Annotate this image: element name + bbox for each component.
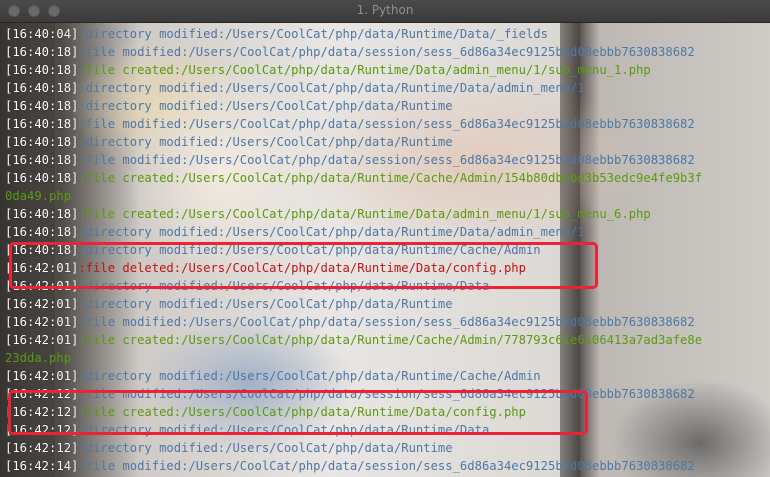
log-message: 0da49.php: [5, 189, 72, 203]
log-separator: :: [78, 315, 86, 329]
log-timestamp: [16:42:01]: [5, 297, 79, 311]
log-separator: :: [78, 297, 86, 311]
log-line: [16:40:18]:directory modified:/Users/Coo…: [5, 223, 770, 241]
log-line: [16:42:14]:file modified:/Users/CoolCat/…: [5, 457, 770, 475]
log-timestamp: [16:42:12]: [5, 441, 79, 455]
log-separator: :: [78, 117, 86, 131]
log-message: directory modified:/Users/CoolCat/php/da…: [85, 297, 453, 311]
log-line: [16:40:18]:file created:/Users/CoolCat/p…: [5, 61, 770, 79]
log-line: [16:40:18]:directory modified:/Users/Coo…: [5, 97, 770, 115]
terminal-window: 1. Python [16:40:04]:directory modified:…: [0, 0, 770, 477]
log-line: [16:40:18]:directory modified:/Users/Coo…: [5, 79, 770, 97]
log-message: 23dda.php: [5, 351, 72, 365]
log-line: [16:40:18]:file created:/Users/CoolCat/p…: [5, 169, 770, 187]
log-message: directory modified:/Users/CoolCat/php/da…: [85, 135, 453, 149]
log-message: file created:/Users/CoolCat/php/data/Run…: [85, 207, 651, 221]
log-message: directory modified:/Users/CoolCat/php/da…: [85, 225, 585, 239]
deleted-config-highlight: [9, 242, 598, 289]
log-separator: :: [78, 441, 86, 455]
log-message: file modified:/Users/CoolCat/php/data/se…: [85, 117, 695, 131]
log-timestamp: [16:40:18]: [5, 117, 79, 131]
log-line: [16:42:12]:directory modified:/Users/Coo…: [5, 439, 770, 457]
log-line: [16:42:01]:directory modified:/Users/Coo…: [5, 295, 770, 313]
log-message: file modified:/Users/CoolCat/php/data/se…: [85, 315, 695, 329]
log-timestamp: [16:42:01]: [5, 315, 79, 329]
log-line: 0da49.php: [5, 187, 770, 205]
log-message: directory modified:/Users/CoolCat/php/da…: [85, 369, 541, 383]
log-line: [16:40:18]:file created:/Users/CoolCat/p…: [5, 205, 770, 223]
log-message: directory modified:/Users/CoolCat/php/da…: [85, 441, 453, 455]
log-separator: :: [78, 81, 86, 95]
log-line: 23dda.php: [5, 349, 770, 367]
log-message: file modified:/Users/CoolCat/php/data/se…: [85, 153, 695, 167]
log-timestamp: [16:40:18]: [5, 81, 79, 95]
log-timestamp: [16:40:18]: [5, 63, 79, 77]
log-message: file created:/Users/CoolCat/php/data/Run…: [85, 333, 703, 347]
terminal-area[interactable]: [16:40:04]:directory modified:/Users/Coo…: [0, 23, 770, 477]
log-separator: :: [78, 45, 86, 59]
log-timestamp: [16:42:14]: [5, 459, 79, 473]
log-separator: :: [78, 225, 86, 239]
log-separator: :: [78, 63, 86, 77]
title-bar: 1. Python: [0, 0, 770, 23]
log-separator: :: [78, 135, 86, 149]
log-message: file modified:/Users/CoolCat/php/data/se…: [85, 45, 695, 59]
log-line: [16:42:01]:file created:/Users/CoolCat/p…: [5, 331, 770, 349]
log-timestamp: [16:40:18]: [5, 171, 79, 185]
log-line: [16:40:04]:directory modified:/Users/Coo…: [5, 25, 770, 43]
log-message: directory modified:/Users/CoolCat/php/da…: [85, 81, 585, 95]
log-message: directory modified:/Users/CoolCat/php/da…: [85, 27, 548, 41]
log-line: [16:40:18]:file modified:/Users/CoolCat/…: [5, 151, 770, 169]
log-separator: :: [78, 369, 86, 383]
log-separator: :: [78, 171, 86, 185]
log-message: file created:/Users/CoolCat/php/data/Run…: [85, 171, 703, 185]
log-timestamp: [16:40:18]: [5, 153, 79, 167]
log-separator: :: [78, 459, 86, 473]
log-message: file created:/Users/CoolCat/php/data/Run…: [85, 63, 651, 77]
log-message: directory modified:/Users/CoolCat/php/da…: [85, 99, 453, 113]
log-timestamp: [16:40:18]: [5, 45, 79, 59]
log-timestamp: [16:40:18]: [5, 207, 79, 221]
log-separator: :: [78, 207, 86, 221]
window-title: 1. Python: [356, 3, 414, 17]
log-message: file modified:/Users/CoolCat/php/data/se…: [85, 459, 695, 473]
log-separator: :: [78, 27, 86, 41]
log-line: [16:40:18]:directory modified:/Users/Coo…: [5, 133, 770, 151]
log-separator: :: [78, 333, 86, 347]
log-timestamp: [16:40:18]: [5, 135, 79, 149]
log-timestamp: [16:40:04]: [5, 27, 79, 41]
log-separator: :: [78, 153, 86, 167]
log-timestamp: [16:42:01]: [5, 369, 79, 383]
log-line: [16:40:18]:file modified:/Users/CoolCat/…: [5, 43, 770, 61]
log-separator: :: [78, 99, 86, 113]
created-config-highlight: [8, 390, 588, 435]
log-line: [16:42:01]:file modified:/Users/CoolCat/…: [5, 313, 770, 331]
log-line: [16:40:18]:file modified:/Users/CoolCat/…: [5, 115, 770, 133]
log-timestamp: [16:40:18]: [5, 99, 79, 113]
log-line: [16:42:01]:directory modified:/Users/Coo…: [5, 367, 770, 385]
log-timestamp: [16:42:01]: [5, 333, 79, 347]
log-timestamp: [16:40:18]: [5, 225, 79, 239]
